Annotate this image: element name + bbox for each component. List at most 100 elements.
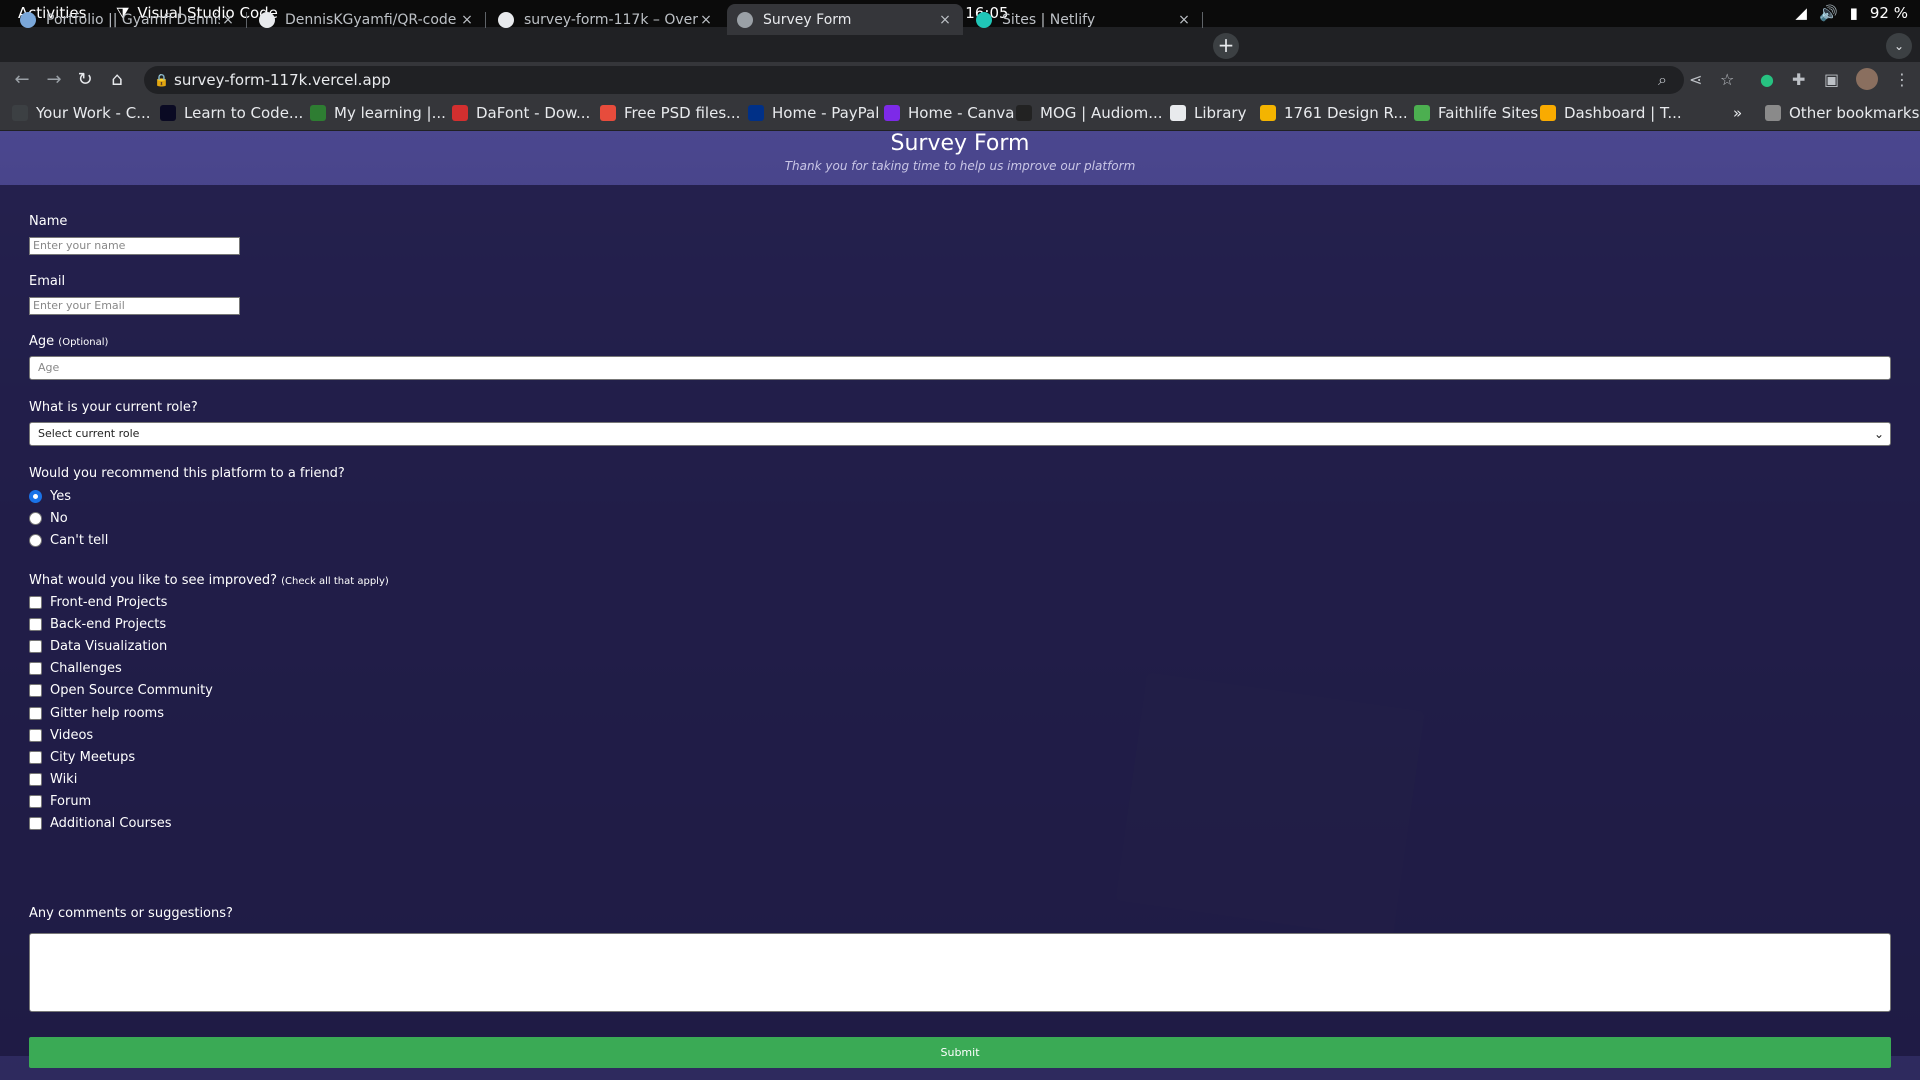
checkbox[interactable] — [29, 662, 42, 676]
radio-label: No — [50, 511, 68, 526]
reload-icon[interactable]: ↻ — [73, 68, 97, 92]
browser-tab[interactable]: Sites | Netlify × — [966, 4, 1203, 35]
tab-close-icon[interactable]: × — [698, 12, 714, 28]
improve-option[interactable]: Challenges — [29, 661, 122, 676]
tab-search-icon[interactable]: ⌄ — [1886, 33, 1912, 59]
freecodecamp-icon — [160, 105, 176, 121]
recommend-option[interactable]: Can't tell — [29, 533, 108, 548]
tab-close-icon[interactable]: × — [459, 12, 475, 28]
age-input[interactable]: Age — [29, 356, 1891, 380]
tab-favicon-icon — [976, 11, 992, 28]
folder-icon — [1765, 105, 1781, 121]
grammarly-icon[interactable]: ● — [1760, 70, 1774, 89]
checkbox[interactable] — [29, 817, 42, 830]
email-label: Email — [29, 274, 66, 289]
psd-icon — [600, 105, 616, 121]
bookmark-label: DaFont - Dow... — [476, 104, 591, 122]
checkbox[interactable] — [29, 684, 42, 698]
bookmark-label: Home - Canva — [908, 104, 1015, 122]
role-select[interactable]: Select current role ⌄ — [29, 422, 1891, 446]
checkbox-label: Back-end Projects — [50, 617, 167, 633]
radio-button[interactable] — [29, 490, 42, 503]
paypal-icon — [748, 105, 764, 121]
recommend-option[interactable]: Yes — [29, 489, 71, 504]
checkbox[interactable] — [29, 794, 42, 808]
checkbox[interactable] — [29, 618, 42, 632]
improve-option[interactable]: Videos — [29, 728, 93, 743]
w-icon — [310, 105, 326, 121]
codepen-icon — [12, 105, 28, 121]
other-bookmarks-label: Other bookmarks — [1789, 104, 1920, 122]
bookmark-item[interactable]: DaFont - Dow... — [452, 104, 590, 122]
extensions-icon[interactable]: ✚ — [1792, 70, 1805, 89]
tab-close-icon[interactable]: × — [1176, 12, 1192, 28]
home-icon[interactable]: ⌂ — [105, 68, 129, 92]
improve-option[interactable]: Wiki — [29, 772, 77, 787]
dafont-icon — [452, 105, 468, 121]
url-text: survey-form-117k.vercel.app — [174, 71, 391, 89]
browser-tab[interactable]: DennisKGyamfi/QR-code × — [249, 4, 486, 35]
bookmark-item[interactable]: Your Work - C... — [12, 104, 151, 122]
system-tray[interactable]: ◢ 🔊 ▮ 92 % — [1795, 4, 1908, 22]
checkbox[interactable] — [29, 706, 42, 720]
improve-option[interactable]: City Meetups — [29, 750, 135, 765]
submit-button[interactable]: Submit — [29, 1037, 1891, 1068]
comments-textarea[interactable] — [29, 933, 1891, 1012]
browser-tab[interactable]: survey-form-117k – Overv × — [488, 4, 724, 35]
bookmark-item[interactable]: Home - PayPal — [748, 104, 879, 122]
back-arrow-icon[interactable]: ← — [10, 68, 34, 92]
radio-button[interactable] — [29, 534, 42, 547]
bookmark-item[interactable]: Faithlife Sites — [1414, 104, 1538, 122]
bookmark-item[interactable]: Learn to Code... — [160, 104, 303, 122]
profile-avatar[interactable] — [1856, 68, 1878, 90]
bookmark-item[interactable]: Home - Canva — [884, 104, 1015, 122]
side-panel-icon[interactable]: ▣ — [1824, 70, 1839, 89]
checkbox[interactable] — [29, 750, 42, 764]
tab-title: survey-form-117k – Overv — [524, 11, 698, 28]
wifi-icon: ◢ — [1795, 4, 1807, 22]
forward-arrow-icon[interactable]: → — [42, 68, 66, 92]
bookmark-item[interactable]: MOG | Audiom... — [1016, 104, 1163, 122]
bookmark-star-icon[interactable]: ☆ — [1720, 70, 1734, 89]
name-input[interactable]: Enter your name — [29, 237, 240, 255]
improve-option[interactable]: Back-end Projects — [29, 617, 166, 632]
checkbox[interactable] — [29, 772, 42, 786]
bookmark-item[interactable]: 1761 Design R... — [1260, 104, 1408, 122]
bookmarks-overflow-icon[interactable]: » — [1733, 104, 1742, 122]
improve-option[interactable]: Front-end Projects — [29, 595, 167, 610]
checkbox-label: City Meetups — [50, 749, 136, 765]
bookmark-item[interactable]: My learning |... — [310, 104, 446, 122]
tab-favicon-icon — [259, 11, 275, 28]
bookmark-item[interactable]: Free PSD files... — [600, 104, 740, 122]
improve-option[interactable]: Forum — [29, 794, 91, 809]
bookmark-label: Your Work - C... — [36, 104, 151, 122]
browser-tab[interactable]: Portfolio || Gyamfi Dennis × — [10, 4, 247, 35]
other-bookmarks[interactable]: Other bookmarks — [1765, 104, 1919, 122]
tab-close-icon[interactable]: × — [937, 12, 953, 28]
improve-option[interactable]: Additional Courses — [29, 816, 172, 831]
share-icon[interactable]: ⋖ — [1689, 70, 1702, 89]
menu-kebab-icon[interactable]: ⋮ — [1894, 70, 1910, 89]
improve-option[interactable]: Data Visualization — [29, 639, 167, 654]
browser-tab[interactable]: Survey Form × — [727, 4, 963, 35]
radio-button[interactable] — [29, 512, 42, 525]
address-bar[interactable]: 🔒 survey-form-117k.vercel.app — [144, 66, 1684, 94]
page-subtitle: Thank you for taking time to help us imp… — [784, 159, 1136, 173]
bookmark-label: My learning |... — [334, 104, 446, 122]
improve-option[interactable]: Gitter help rooms — [29, 706, 164, 721]
checkbox[interactable] — [29, 640, 42, 654]
improve-option[interactable]: Open Source Community — [29, 683, 213, 698]
recommend-option[interactable]: No — [29, 511, 68, 526]
bookmark-label: Library — [1194, 104, 1247, 122]
zoom-icon[interactable]: ⌕ — [1658, 70, 1667, 90]
tab-close-icon[interactable]: × — [220, 12, 236, 28]
tab-separator — [246, 12, 247, 28]
bookmark-item[interactable]: Dashboard | T... — [1540, 104, 1682, 122]
improve-label: What would you like to see improved? (Ch… — [29, 573, 389, 588]
checkbox[interactable] — [29, 596, 42, 609]
new-tab-button[interactable]: + — [1213, 33, 1239, 59]
bookmark-item[interactable]: Library — [1170, 104, 1246, 122]
comments-label: Any comments or suggestions? — [29, 906, 233, 921]
checkbox[interactable] — [29, 728, 42, 742]
email-input[interactable]: Enter your Email — [29, 297, 240, 315]
